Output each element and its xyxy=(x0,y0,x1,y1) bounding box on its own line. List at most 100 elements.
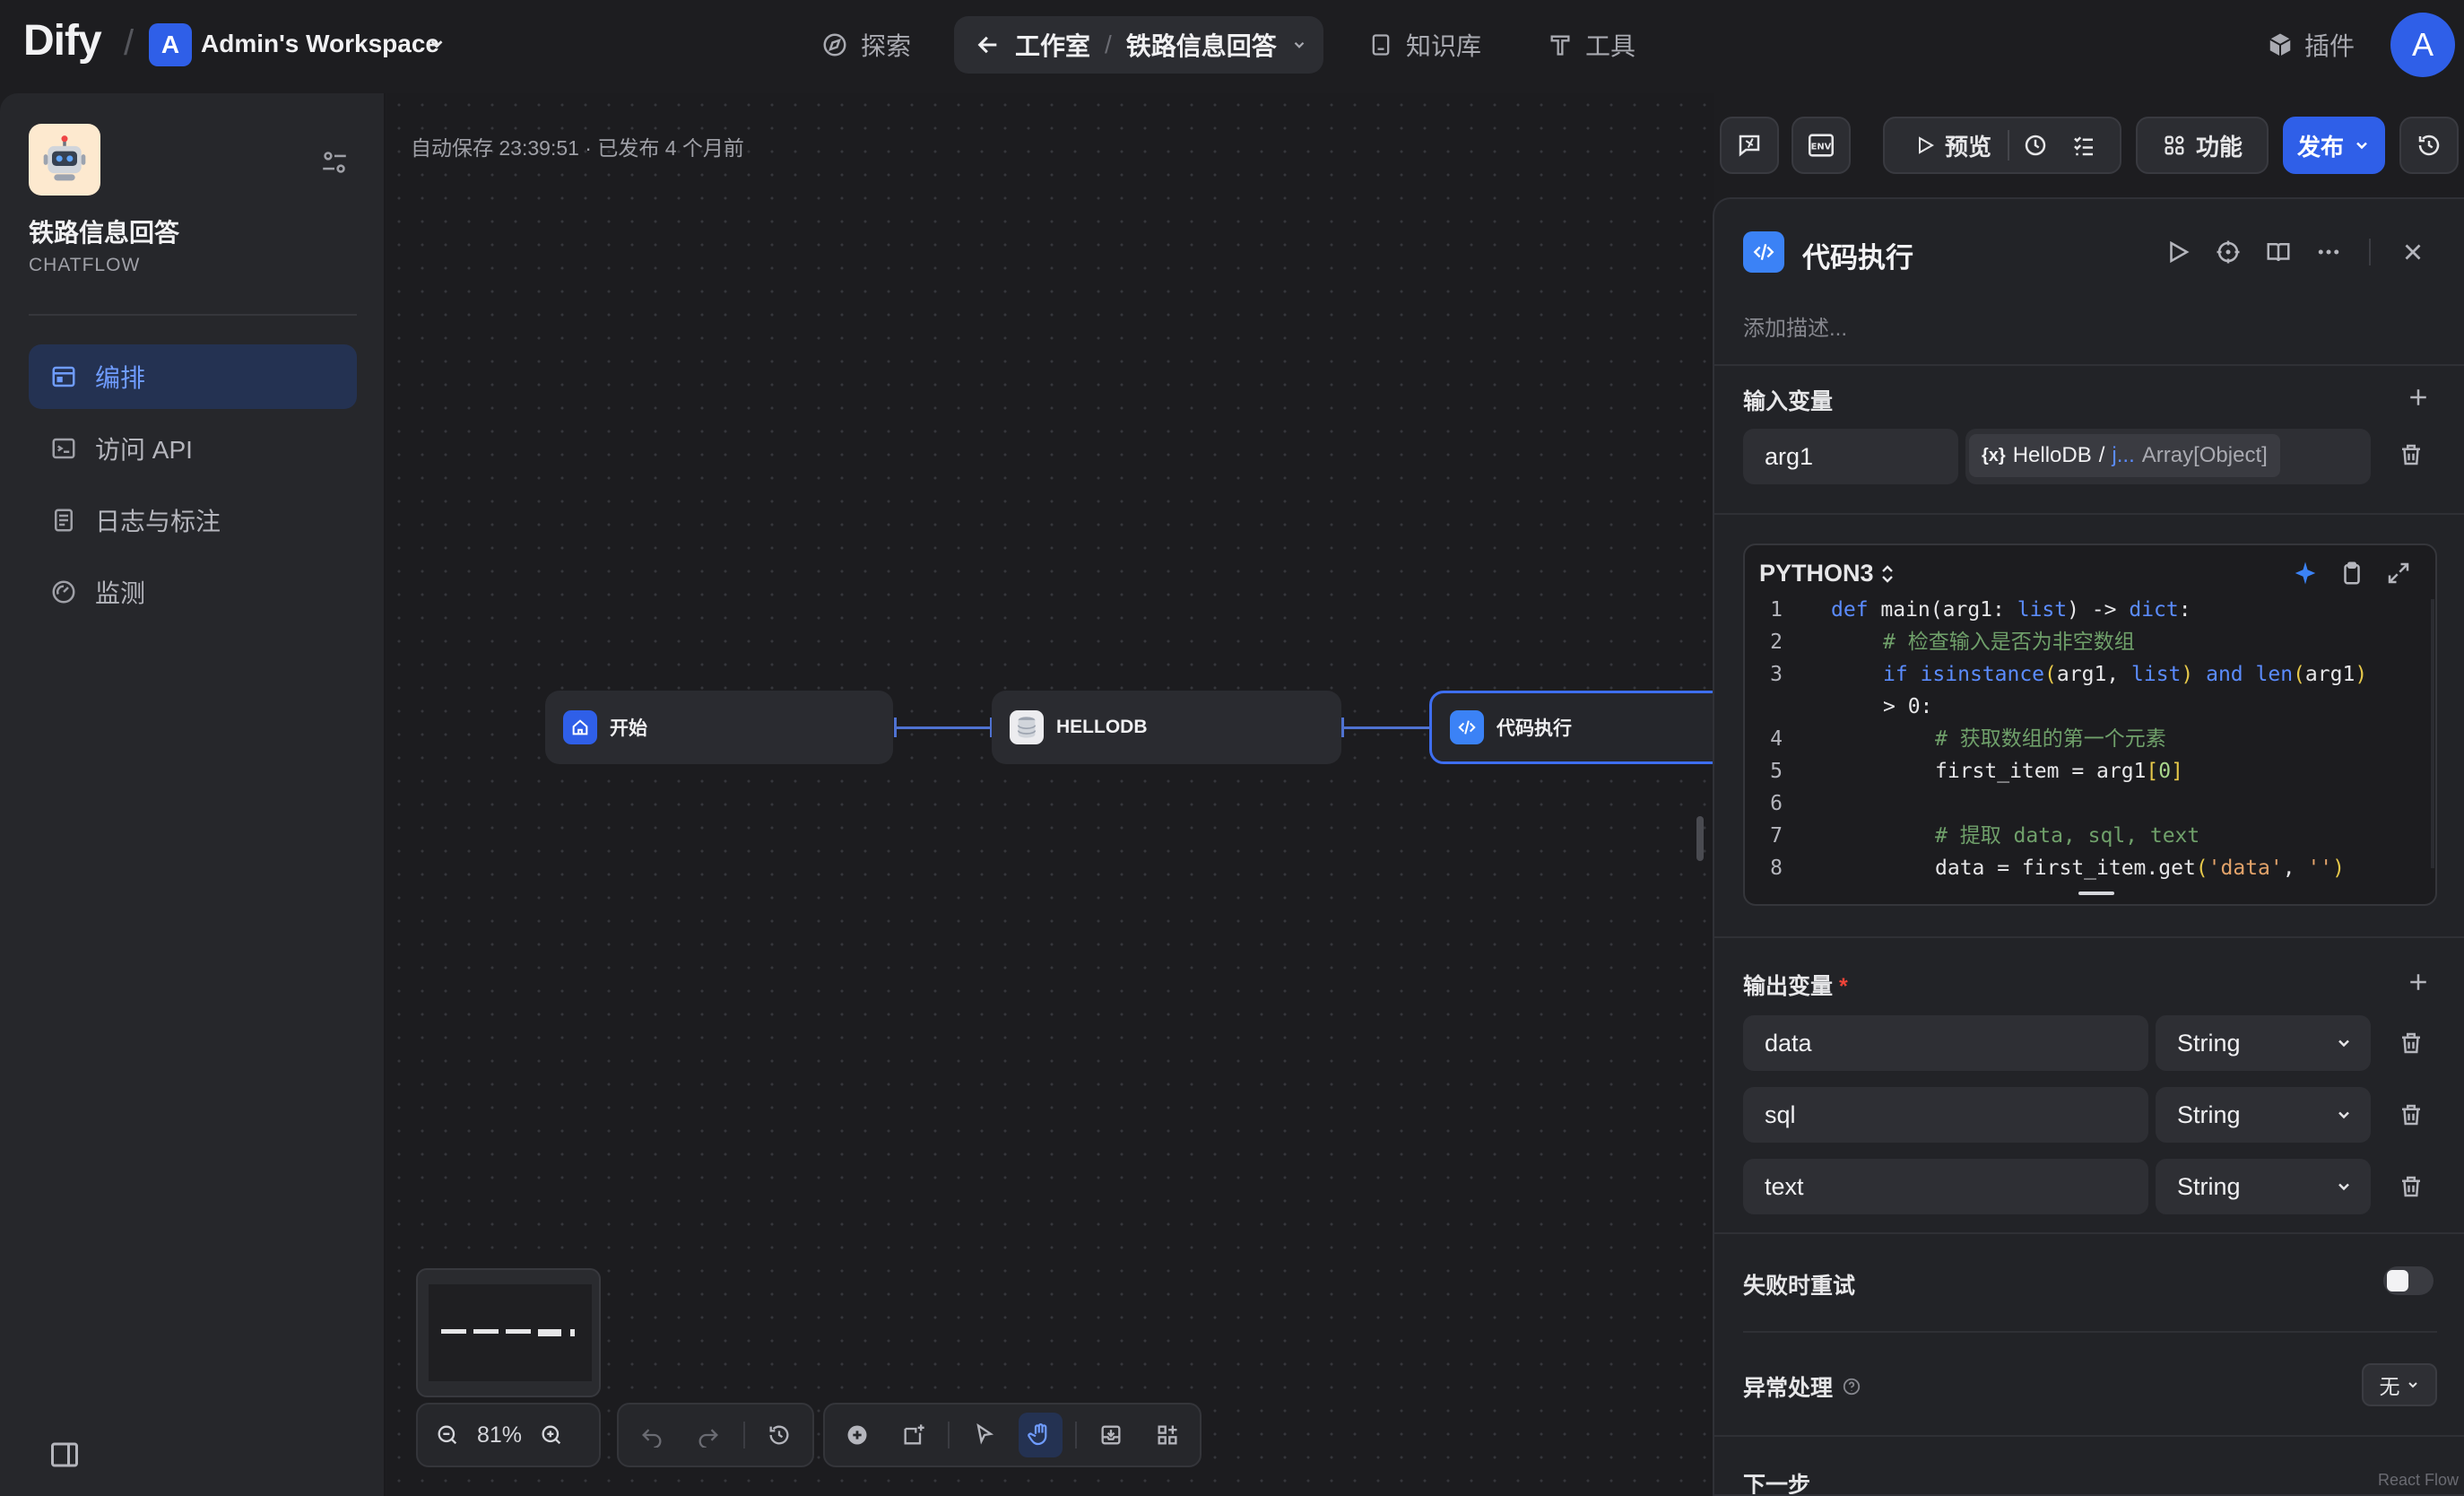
export-image-icon[interactable] xyxy=(1089,1413,1133,1457)
undo-icon[interactable] xyxy=(629,1413,673,1457)
language-selector[interactable]: PYTHON3 xyxy=(1759,560,1896,587)
divider xyxy=(2369,239,2371,265)
checklist-icon[interactable] xyxy=(2061,132,2106,159)
add-input-icon[interactable] xyxy=(2405,384,2432,411)
nav-knowledge[interactable]: 知识库 xyxy=(1368,27,1481,63)
trash-icon[interactable] xyxy=(2398,1101,2425,1128)
divider xyxy=(1714,1232,2464,1234)
minimap[interactable] xyxy=(416,1268,601,1397)
checklist-button[interactable] xyxy=(1720,117,1779,174)
node-code-execution[interactable]: 代码执行 xyxy=(1429,691,1734,764)
panel-title[interactable]: 代码执行 xyxy=(1802,235,1913,275)
nav-explore[interactable]: 探索 xyxy=(821,27,911,63)
env-button[interactable]: ENV xyxy=(1792,117,1851,174)
zoom-out-icon[interactable] xyxy=(425,1413,470,1457)
node-start[interactable]: 开始 xyxy=(545,691,893,764)
current-app-label[interactable]: 铁路信息回答 xyxy=(1126,27,1277,63)
chevron-down-icon[interactable] xyxy=(427,34,447,54)
user-avatar[interactable]: A xyxy=(2390,13,2455,77)
pointer-icon[interactable] xyxy=(962,1413,1006,1457)
add-note-icon[interactable] xyxy=(892,1413,936,1457)
robot-icon[interactable] xyxy=(29,124,100,196)
retry-toggle[interactable] xyxy=(2383,1266,2434,1295)
svg-text:ENV: ENV xyxy=(1811,142,1832,152)
code-line: 8 data = first_item.get('data', '') xyxy=(1770,857,2346,880)
language-label: PYTHON3 xyxy=(1759,560,1874,587)
editor-resize-handle[interactable] xyxy=(2078,892,2114,895)
plugins-button[interactable]: 插件 xyxy=(2267,27,2355,63)
hand-icon[interactable] xyxy=(1019,1413,1063,1457)
collapse-sidebar-icon[interactable] xyxy=(48,1439,81,1471)
chevron-updown-icon xyxy=(1879,564,1896,584)
output-type-select[interactable]: String xyxy=(2156,1087,2371,1143)
version-history-button[interactable] xyxy=(2399,117,2459,174)
code-scrollbar[interactable] xyxy=(2431,599,2434,868)
code-editor[interactable]: PYTHON3 1 def main(arg1: list) -> dict: 2… xyxy=(1743,544,2437,906)
trash-icon[interactable] xyxy=(2398,1030,2425,1057)
sidebar-item-orchestrate[interactable]: 编排 xyxy=(29,344,357,409)
divider xyxy=(948,1422,950,1448)
copy-icon[interactable] xyxy=(2338,560,2365,587)
output-var-name[interactable]: text xyxy=(1743,1159,2148,1214)
edge-start-hellodb[interactable] xyxy=(894,726,993,729)
node-hellodb[interactable]: HELLODB xyxy=(992,691,1341,764)
trash-icon[interactable] xyxy=(2398,1173,2425,1200)
add-output-icon[interactable] xyxy=(2405,969,2432,996)
react-flow-attribution[interactable]: React Flow xyxy=(2378,1471,2459,1490)
retry-on-failure-label: 失败时重试 xyxy=(1743,1274,1856,1299)
docs-book-icon[interactable] xyxy=(2265,239,2292,265)
redo-icon[interactable] xyxy=(686,1413,730,1457)
description-input[interactable]: 添加描述... xyxy=(1743,310,1847,342)
preview-button[interactable]: 预览 xyxy=(1898,129,2008,162)
output-var-name[interactable]: sql xyxy=(1743,1087,2148,1143)
nav-tools[interactable]: 工具 xyxy=(1548,27,1635,63)
workflow-canvas[interactable]: 自动保存 23:39:51 · 已发布 4 个月前 开始 HELLODB 代码执… xyxy=(387,93,1734,1496)
run-node-icon[interactable] xyxy=(2165,239,2191,265)
output-type-select[interactable]: String xyxy=(2156,1159,2371,1214)
sidebar-item-monitor[interactable]: 监测 xyxy=(29,560,357,624)
panel-resize-handle[interactable] xyxy=(1696,816,1704,861)
zoom-level[interactable]: 81% xyxy=(470,1422,529,1448)
chevron-down-icon[interactable] xyxy=(1291,37,1307,53)
compass-icon xyxy=(821,31,848,58)
history-icon[interactable] xyxy=(758,1413,802,1457)
ai-sparkle-icon[interactable] xyxy=(2292,560,2319,587)
workspace-name[interactable]: Admin's Workspace xyxy=(201,30,439,58)
locate-node-icon[interactable] xyxy=(2215,239,2242,265)
arrow-left-icon[interactable] xyxy=(976,32,1001,57)
sidebar-item-api[interactable]: 访问 API xyxy=(29,416,357,481)
env-icon: ENV xyxy=(1806,130,1836,161)
variable-reference-chip[interactable]: {x} HelloDB / j... Array[Object] xyxy=(1969,434,2280,477)
error-handling-label: 异常处理 xyxy=(1743,1370,1861,1403)
output-type-select[interactable]: String xyxy=(2156,1015,2371,1071)
nav-studio-label[interactable]: 工作室 xyxy=(1015,27,1090,63)
help-icon[interactable] xyxy=(1842,1377,1861,1396)
dify-logo[interactable]: Dify xyxy=(23,16,102,65)
run-history-icon[interactable] xyxy=(2009,132,2061,159)
publish-button[interactable]: 发布 xyxy=(2283,117,2385,174)
code-icon xyxy=(1450,710,1484,744)
play-icon xyxy=(1914,135,1936,156)
edge-hellodb-code[interactable] xyxy=(1341,726,1440,729)
sidebar-item-logs[interactable]: 日志与标注 xyxy=(29,488,357,552)
close-icon[interactable] xyxy=(2399,239,2426,265)
monitor-icon xyxy=(50,578,77,605)
trash-icon[interactable] xyxy=(2398,441,2425,468)
output-var-name[interactable]: data xyxy=(1743,1015,2148,1071)
expand-icon[interactable] xyxy=(2385,560,2412,587)
add-node-icon[interactable] xyxy=(836,1413,880,1457)
code-line: 5 first_item = arg1[0] xyxy=(1770,760,2183,783)
preview-label: 预览 xyxy=(1944,133,1991,161)
publish-label: 发布 xyxy=(2296,133,2344,161)
workspace-avatar[interactable]: A xyxy=(149,23,192,66)
app-settings-icon[interactable] xyxy=(319,147,350,178)
code-lines[interactable]: 1 def main(arg1: list) -> dict: 2 # 检查输入是否… xyxy=(1745,594,2435,884)
nav-studio-breadcrumb[interactable]: 工作室 / 铁路信息回答 xyxy=(954,16,1323,74)
more-icon[interactable] xyxy=(2315,239,2342,265)
error-handling-select[interactable]: 无 xyxy=(2362,1363,2437,1406)
organize-icon[interactable] xyxy=(1145,1413,1189,1457)
input-var-name[interactable]: arg1 xyxy=(1743,429,1958,484)
features-button[interactable]: 功能 xyxy=(2136,117,2269,174)
book-icon xyxy=(1368,32,1393,57)
zoom-in-icon[interactable] xyxy=(529,1413,574,1457)
